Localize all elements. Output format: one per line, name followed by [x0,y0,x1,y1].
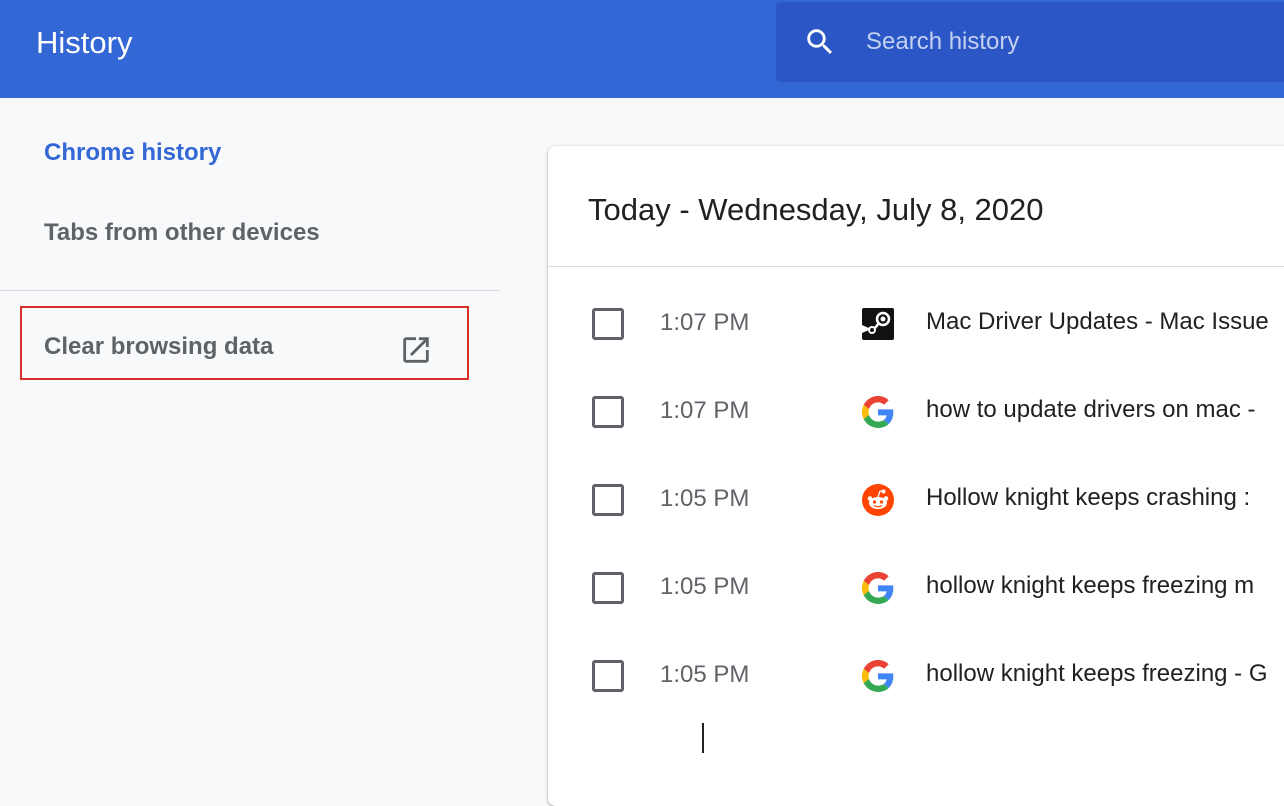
row-checkbox[interactable] [592,484,624,516]
row-title[interactable]: how to update drivers on mac - [926,395,1256,425]
row-time: 1:07 PM [660,397,750,424]
sidebar-divider [0,290,500,291]
google-icon [862,660,894,692]
toolbar: History [0,0,1284,98]
clear-browsing-data-link[interactable]: Clear browsing data [20,306,469,380]
search-box[interactable] [776,2,1284,82]
row-title[interactable]: Hollow knight keeps crashing : [926,483,1250,513]
row-title[interactable]: hollow knight keeps freezing - G [926,659,1268,689]
row-checkbox[interactable] [592,572,624,604]
reddit-icon [862,484,894,516]
history-row[interactable]: 1:07 PM Mac Driver Updates - Mac Issue [548,282,1284,370]
history-row[interactable]: 1:05 PM Hollow knight keeps crashing : [548,458,1284,546]
card-divider [548,266,1284,267]
history-row[interactable]: 1:07 PM how to update drivers on mac - [548,370,1284,458]
row-time: 1:07 PM [660,309,750,336]
row-time: 1:05 PM [660,661,750,688]
sidebar-item-tabs-from-other-devices[interactable]: Tabs from other devices [44,218,320,248]
steam-icon [862,308,894,340]
row-checkbox[interactable] [592,308,624,340]
sidebar-item-chrome-history[interactable]: Chrome history [44,138,221,168]
row-checkbox[interactable] [592,660,624,692]
search-icon[interactable] [803,25,837,59]
google-icon [862,572,894,604]
clear-browsing-data-label: Clear browsing data [44,333,274,360]
history-row[interactable]: 1:05 PM hollow knight keeps freezing - G [548,634,1284,722]
row-time: 1:05 PM [660,485,750,512]
history-card: Today - Wednesday, July 8, 2020 1:07 PM … [548,146,1284,806]
row-title[interactable]: hollow knight keeps freezing m [926,571,1254,601]
row-title[interactable]: Mac Driver Updates - Mac Issue [926,307,1269,337]
search-input[interactable] [866,22,1276,62]
history-row[interactable]: 1:05 PM hollow knight keeps freezing m [548,546,1284,634]
page-title: History [36,25,133,60]
text-cursor [702,723,704,753]
date-heading: Today - Wednesday, July 8, 2020 [588,192,1044,227]
external-link-icon [403,337,429,363]
google-icon [862,396,894,428]
row-checkbox[interactable] [592,396,624,428]
row-time: 1:05 PM [660,573,750,600]
